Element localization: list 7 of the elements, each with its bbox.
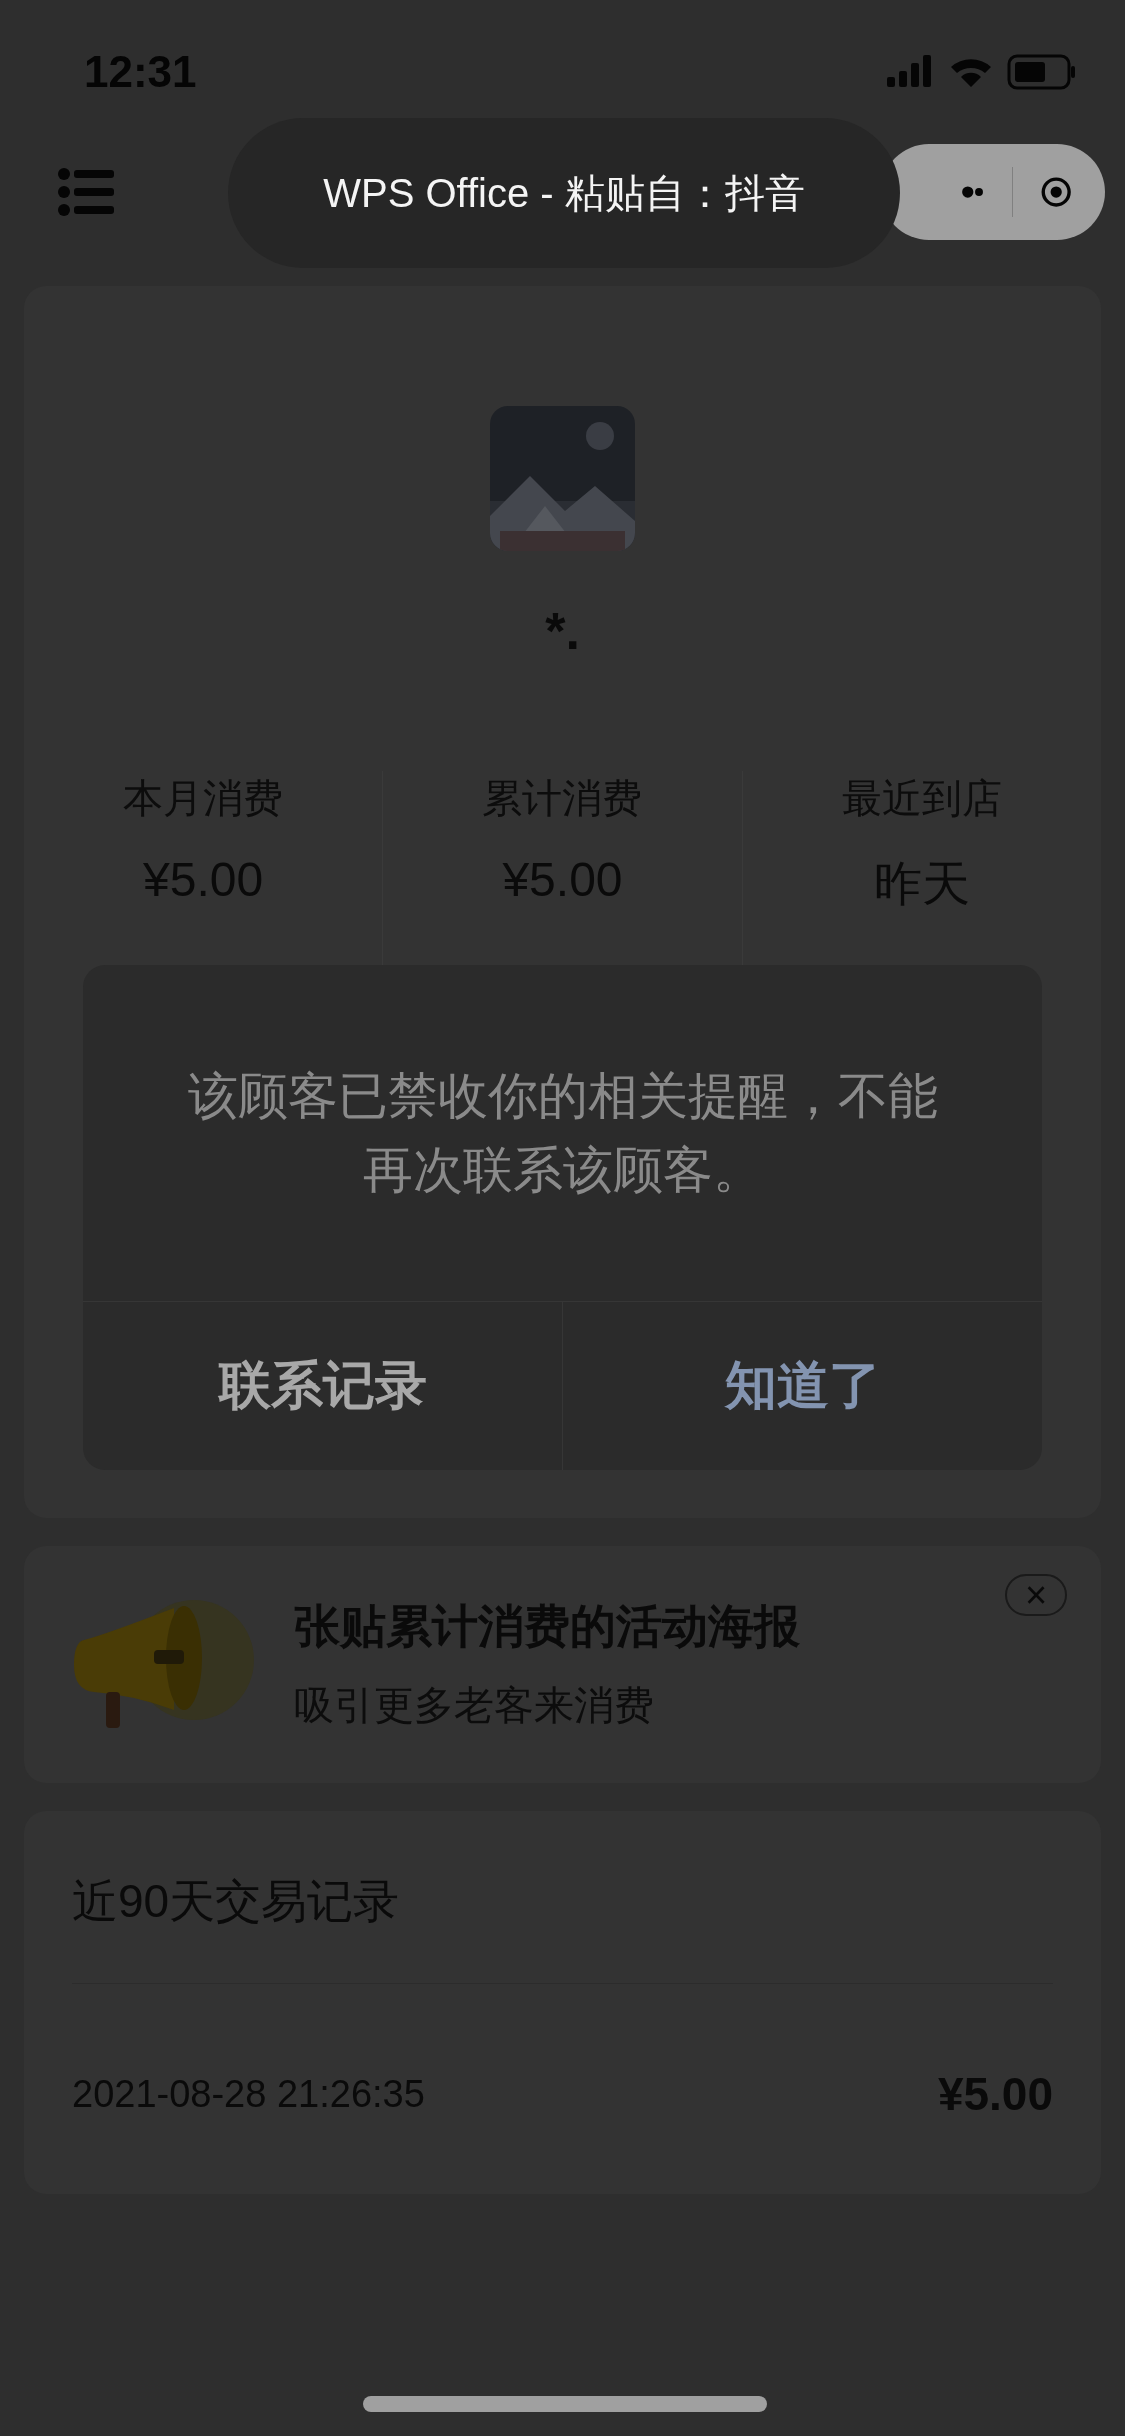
customer-name: *. (545, 601, 580, 661)
battery-icon (1007, 54, 1077, 90)
dialog-button[interactable]: 联系记录 (83, 1302, 562, 1470)
dialog-button[interactable]: 知道了 (562, 1302, 1042, 1470)
megaphone-icon (74, 1599, 254, 1730)
title-toast: WPS Office - 粘贴自：抖音 (228, 118, 900, 268)
dialog-message: 该顾客已禁收你的相关提醒，不能再次联系该顾客。 (186, 1067, 939, 1200)
